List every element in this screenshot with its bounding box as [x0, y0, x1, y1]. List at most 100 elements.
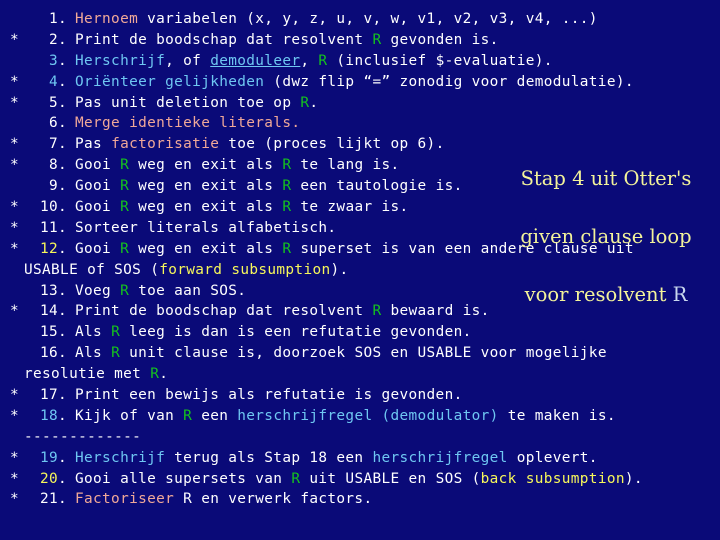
step-text-segment: uit USABLE en SOS ( — [300, 470, 481, 487]
step-text-segment: Voeg — [75, 282, 121, 299]
step-number-period: . — [58, 178, 68, 195]
step-number: 14 — [39, 303, 58, 320]
step-text-segment: Pas — [75, 136, 112, 153]
step-text-segment: herschrijfregel — [237, 407, 373, 424]
step-number-period: . — [58, 345, 68, 362]
step-number-period: . — [58, 199, 68, 216]
step-text-segment: Herschrijf — [75, 52, 166, 69]
step-asterisk-marker: * — [10, 303, 20, 320]
step-line: 6. Merge identieke literals. — [0, 113, 720, 134]
step-text-segment: . — [309, 94, 319, 111]
step-text-segment: Print de boodschap dat resolvent — [75, 303, 373, 320]
step-number-period: . — [58, 303, 68, 320]
step-text-segment — [372, 408, 381, 424]
step-text-segment: R — [282, 240, 292, 257]
step-number-period: . — [58, 387, 68, 404]
step-text-segment: USABLE of SOS ( — [24, 261, 160, 278]
step-text-segment: te lang is. — [291, 157, 400, 174]
step-text-segment: Gooi — [75, 178, 121, 195]
step-number: 17 — [39, 387, 58, 404]
step-line: * 2. Print de boodschap dat resolvent R ge… — [0, 30, 720, 51]
step-text-segment: , of — [165, 52, 211, 69]
step-text-segment: variabelen (x, y, z, u, v, w, v1, v2, v3… — [138, 11, 598, 27]
step-text-segment: ------------- — [24, 428, 142, 445]
step-text-segment: R — [120, 240, 130, 257]
step-text-segment: terug als Stap 18 een — [165, 449, 373, 466]
step-text-segment: Print de boodschap dat resolvent — [75, 31, 373, 48]
step-number: 11 — [39, 219, 58, 236]
step-number: 5 — [48, 94, 58, 111]
step-number-period: . — [58, 282, 68, 299]
step-text-segment: Gooi alle supersets van — [75, 470, 292, 487]
step-text-segment: te zwaar is. — [291, 199, 409, 216]
step-number: 18 — [39, 407, 58, 424]
step-line: * 5. Pas unit deletion toe op R. — [0, 93, 720, 114]
step-number: 1 — [48, 11, 58, 27]
step-asterisk-marker: * — [10, 449, 20, 466]
step-line: 1. Hernoem variabelen (x, y, z, u, v, w, … — [0, 9, 720, 30]
step-asterisk-marker: * — [10, 219, 20, 236]
step-text-segment: toe (proces lijkt op 6). — [219, 136, 445, 153]
step-number: 15 — [39, 324, 58, 341]
step-line: 3. Herschrijf, of demoduleer, R (inclusie… — [0, 51, 720, 72]
step-text-segment: Print een bewijs als refutatie is gevond… — [75, 387, 463, 404]
annotation-callout: Stap 4 uit Otter's given clause loop voo… — [506, 135, 706, 309]
step-number: 12 — [39, 240, 58, 257]
step-line: * 20. Gooi alle supersets van R uit USABLE… — [0, 469, 720, 490]
step-text-segment: factorisatie — [111, 136, 220, 153]
step-text-segment: weg en exit als — [129, 199, 283, 216]
step-text-segment: forward subsumption — [159, 261, 331, 278]
step-number: 3 — [48, 52, 58, 69]
step-text-segment: Merge identieke literals. — [75, 115, 301, 132]
step-number: 21 — [39, 491, 58, 508]
annotation-resolvent-symbol: R — [672, 283, 688, 306]
step-line: 16. Als R unit clause is, doorzoek SOS en… — [0, 343, 720, 364]
step-text-segment: gevonden is. — [381, 31, 499, 48]
step-number: 6 — [48, 115, 58, 132]
step-text-segment: Als — [75, 324, 112, 341]
step-text-segment: (inclusief $-evaluatie). — [327, 52, 553, 69]
step-number-period: . — [58, 240, 68, 257]
step-text-segment: leeg is dan is een refutatie gevonden. — [120, 324, 472, 341]
step-number: 19 — [39, 449, 58, 466]
step-text-segment: bewaard is. — [381, 303, 490, 320]
step-number-period: . — [58, 136, 68, 153]
step-number-period: . — [58, 219, 68, 236]
step-text-segment: R — [120, 282, 130, 299]
step-line: 15. Als R leeg is dan is een refutatie ge… — [0, 322, 720, 343]
step-text-segment: Sorteer literals alfabetisch. — [75, 219, 337, 236]
step-text-segment: . — [159, 366, 169, 383]
step-asterisk-marker: * — [10, 136, 20, 153]
step-asterisk-marker: * — [10, 491, 20, 508]
step-asterisk-marker: * — [10, 387, 20, 404]
step-text-segment: Factoriseer — [75, 491, 175, 508]
step-number-period: . — [58, 157, 68, 174]
step-line: * 18. Kijk of van R een herschrijfregel (d… — [0, 406, 720, 427]
step-text-segment: Gooi — [75, 199, 121, 216]
step-number-period: . — [58, 407, 68, 424]
step-asterisk-marker: * — [10, 407, 20, 424]
step-number-period: . — [58, 31, 68, 48]
step-number-period: . — [58, 11, 68, 27]
step-text-segment: R — [183, 407, 193, 424]
step-number: 4 — [48, 73, 58, 90]
step-text-segment: weg en exit als — [129, 157, 283, 174]
step-text-segment: Herschrijf — [75, 449, 166, 466]
step-text-segment: unit clause is, doorzoek SOS en USABLE v… — [120, 345, 607, 362]
annotation-line-3: voor resolvent — [524, 283, 673, 306]
step-text-segment: Kijk of van — [75, 407, 184, 424]
step-number-period: . — [58, 115, 68, 132]
step-text-segment[interactable]: demoduleer — [210, 53, 300, 69]
step-text-segment: R — [150, 366, 160, 383]
step-text-segment: een — [192, 407, 238, 424]
step-text-segment: weg en exit als — [129, 240, 283, 257]
step-text-segment: Als — [75, 345, 112, 362]
step-number: 8 — [48, 157, 58, 174]
step-asterisk-marker: * — [10, 199, 20, 216]
step-number-period: . — [58, 94, 68, 111]
step-text-segment: Oriënteer gelijkheden — [75, 73, 265, 90]
step-text-segment: ). — [330, 261, 349, 278]
step-text-segment: R — [120, 157, 130, 174]
annotation-line-1: Stap 4 uit Otter's — [520, 167, 692, 190]
slide-canvas: 1. Hernoem variabelen (x, y, z, u, v, w, … — [0, 0, 720, 540]
